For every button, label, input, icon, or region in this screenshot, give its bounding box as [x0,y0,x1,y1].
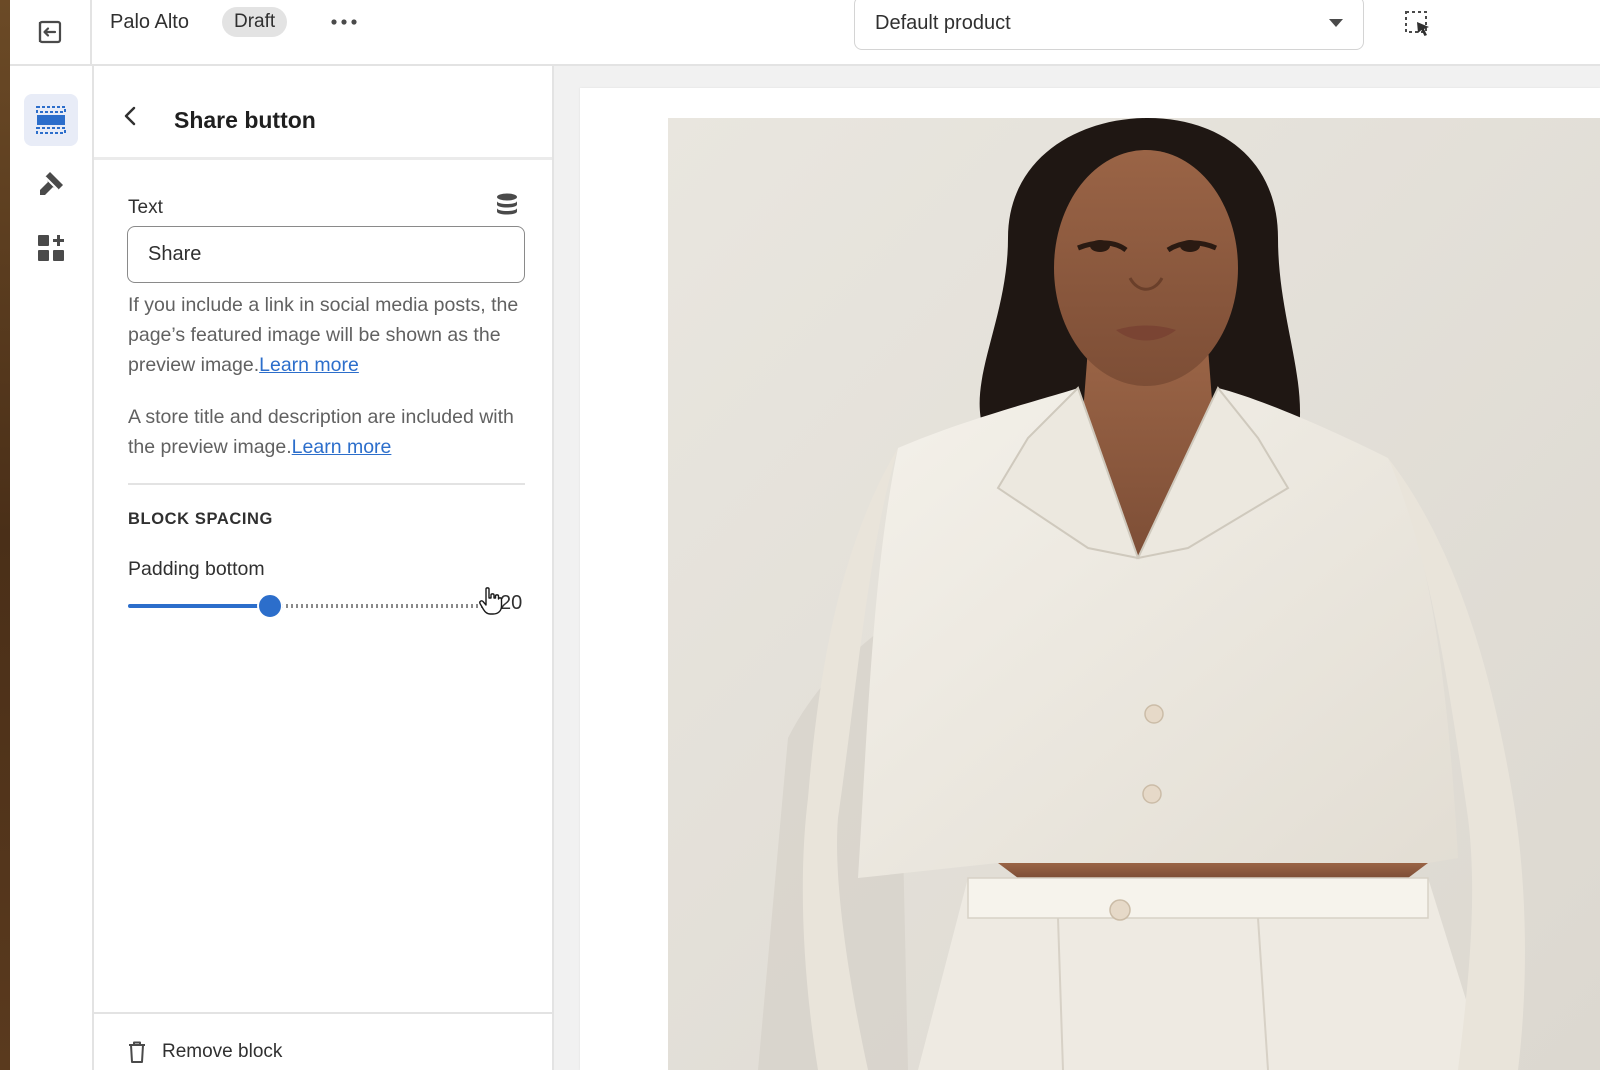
more-actions-button[interactable] [326,4,362,40]
page-title: Share button [174,107,316,133]
product-image[interactable] [668,118,1600,1070]
theme-editor: Palo Alto Draft Default product Share bu… [10,0,1600,1070]
top-bar: Palo Alto Draft Default product [10,0,1600,66]
chevron-left-icon [124,106,136,126]
remove-block-button[interactable]: Remove block [126,1040,282,1064]
settings-panel: Share button Text If you include a link … [94,66,554,1070]
rail-item-sections[interactable] [24,94,78,146]
template-select-value: Default product [875,11,1011,34]
theme-name: Palo Alto [110,11,189,33]
back-button[interactable] [116,102,144,130]
slider-thumb[interactable] [259,595,281,617]
text-input[interactable] [127,226,525,283]
database-icon [497,193,517,215]
padding-bottom-slider[interactable] [128,594,484,618]
padding-bottom-label: Padding bottom [128,558,265,580]
dynamic-source-button[interactable] [492,190,522,220]
panel-footer: Remove block [94,1012,552,1070]
learn-more-link-2[interactable]: Learn more [292,436,392,458]
help-text-preview-image: If you include a link in social media po… [128,290,538,380]
select-element-icon [1405,11,1429,36]
status-badge: Draft [222,7,288,37]
exit-button[interactable] [10,0,92,66]
sections-icon [36,106,66,134]
divider [128,483,525,485]
inspector-button[interactable] [1400,6,1436,42]
rail-item-theme-settings[interactable] [24,158,78,210]
exit-icon [38,20,62,44]
preview-page [580,88,1600,1070]
preview-canvas [556,66,1600,1070]
help-text-store-title: A store title and description are includ… [128,402,538,462]
chevron-down-icon [1329,19,1343,27]
sidebar-rail [10,66,94,1070]
remove-block-label: Remove block [162,1041,283,1062]
section-heading-block-spacing: BLOCK SPACING [128,510,273,528]
rail-item-apps[interactable] [24,222,78,274]
panel-header: Share button [94,66,552,160]
slider-track-fill [128,604,270,608]
paint-brush-icon [40,172,63,195]
apps-icon [38,235,64,261]
text-field-label: Text [128,197,163,218]
template-select[interactable]: Default product [854,0,1364,50]
pointer-hand-icon [479,587,503,615]
trash-icon [129,1041,145,1063]
more-horizontal-icon [331,19,357,25]
learn-more-link-1[interactable]: Learn more [259,354,359,376]
slider-track [281,604,484,608]
product-photo [668,118,1600,1070]
window-edge [0,0,10,1070]
